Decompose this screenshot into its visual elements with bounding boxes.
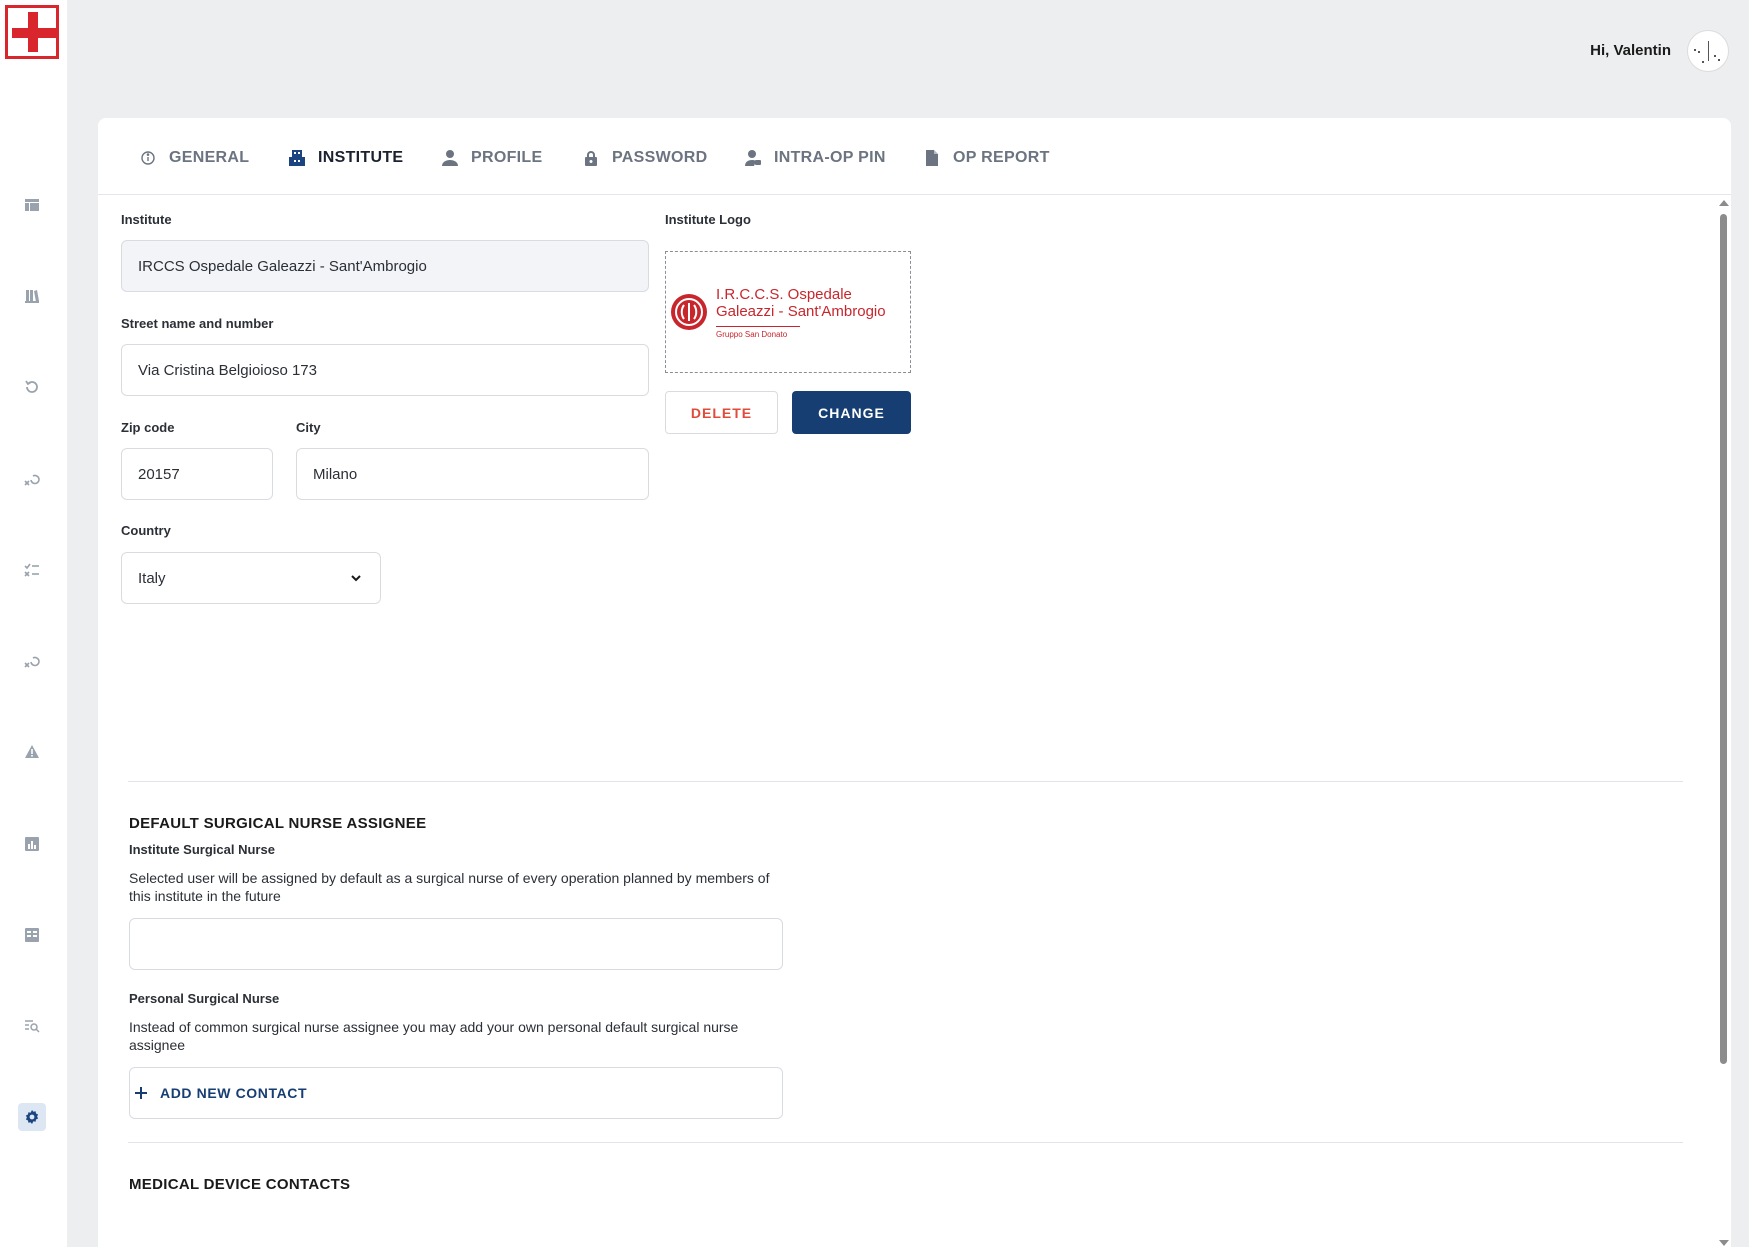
country-value: Italy <box>138 569 166 587</box>
section-divider-2 <box>128 1142 1683 1143</box>
zip-field[interactable]: 20157 <box>121 448 273 500</box>
country-label: Country <box>121 523 171 538</box>
tab-general-label: GENERAL <box>169 149 250 166</box>
logo-line-1: I.R.C.C.S. Ospedale <box>716 285 852 303</box>
personal-nurse-label: Personal Surgical Nurse <box>129 991 280 1006</box>
zip-label: Zip code <box>121 420 175 435</box>
street-label: Street name and number <box>121 316 274 331</box>
person-icon <box>442 150 458 166</box>
section-divider <box>128 781 1683 782</box>
contacts-section-title: MEDICAL DEVICE CONTACTS <box>129 1176 351 1193</box>
institute-label: Institute <box>121 212 172 227</box>
tab-op-report[interactable]: OP REPORT <box>923 146 1050 170</box>
tab-profile[interactable]: PROFILE <box>441 146 542 170</box>
tab-intra-op-pin[interactable]: INTRA-OP PIN <box>744 146 886 170</box>
sidebar <box>0 0 67 1247</box>
institute-field[interactable]: IRCCS Ospedale Galeazzi - Sant'Ambrogio <box>121 240 649 292</box>
tab-institute[interactable]: INSTITUTE <box>288 146 403 170</box>
tab-password[interactable]: PASSWORD <box>582 146 707 170</box>
building-icon <box>289 150 305 166</box>
tab-op-report-label: OP REPORT <box>953 149 1050 166</box>
institute-logo: I.R.C.C.S. Ospedale Galeazzi - Sant'Ambr… <box>665 251 911 373</box>
stats-icon[interactable] <box>22 834 42 854</box>
add-contact-label: ADD NEW CONTACT <box>160 1085 308 1101</box>
info-icon <box>141 151 155 165</box>
dashboard-icon[interactable] <box>22 195 42 215</box>
hospital-emblem-icon <box>671 294 707 330</box>
checklist-icon[interactable] <box>22 560 42 580</box>
tab-password-label: PASSWORD <box>612 149 708 166</box>
add-contact-button[interactable]: ADD NEW CONTACT <box>134 1085 307 1101</box>
institute-nurse-label: Institute Surgical Nurse <box>129 842 275 857</box>
undo-cross-icon[interactable] <box>22 469 42 489</box>
chevron-down-icon <box>351 575 361 582</box>
tab-profile-label: PROFILE <box>471 149 543 166</box>
street-field[interactable]: Via Cristina Belgioioso 173 <box>121 344 649 396</box>
greeting-text: Hi, Valentin <box>1590 42 1671 59</box>
nurse-section-title: DEFAULT SURGICAL NURSE ASSIGNEE <box>129 815 427 832</box>
change-logo-button[interactable]: CHANGE <box>792 391 911 434</box>
app-logo[interactable] <box>5 5 59 59</box>
delete-logo-button[interactable]: DELETE <box>665 391 778 434</box>
institute-nurse-input[interactable] <box>129 918 783 970</box>
institute-nurse-description: Selected user will be assigned by defaul… <box>129 870 770 904</box>
library-icon[interactable] <box>22 286 42 306</box>
plus-icon <box>135 1087 147 1099</box>
country-select[interactable]: Italy <box>121 552 381 604</box>
city-label: City <box>296 420 321 435</box>
personal-nurse-description: Instead of common surgical nurse assigne… <box>129 1019 739 1053</box>
history-icon[interactable] <box>22 377 42 397</box>
table-icon[interactable] <box>22 925 42 945</box>
tab-intra-op-pin-label: INTRA-OP PIN <box>774 149 886 166</box>
settings-card: GENERAL INSTITUTE PROFILE PASSWORD INTRA… <box>98 118 1731 1247</box>
scroll-down-arrow[interactable] <box>1719 1240 1729 1246</box>
undo-cross-icon-2[interactable] <box>22 651 42 671</box>
person-key-icon <box>745 150 761 166</box>
document-icon <box>926 150 938 166</box>
logo-line-3: Gruppo San Donato <box>716 325 800 339</box>
city-field[interactable]: Milano <box>296 448 649 500</box>
scroll-up-arrow[interactable] <box>1719 200 1729 206</box>
logo-label: Institute Logo <box>665 212 751 227</box>
scrollbar-thumb[interactable] <box>1720 214 1727 1064</box>
tab-institute-label: INSTITUTE <box>318 149 404 166</box>
tab-general[interactable]: GENERAL <box>139 146 249 170</box>
lock-icon <box>585 151 597 166</box>
search-list-icon[interactable] <box>22 1016 42 1036</box>
settings-icon[interactable] <box>18 1103 46 1131</box>
warning-icon[interactable] <box>22 742 42 762</box>
tab-bar: GENERAL INSTITUTE PROFILE PASSWORD INTRA… <box>98 118 1731 195</box>
avatar[interactable] <box>1687 30 1729 72</box>
logo-line-2: Galeazzi - Sant'Ambrogio <box>716 302 886 320</box>
